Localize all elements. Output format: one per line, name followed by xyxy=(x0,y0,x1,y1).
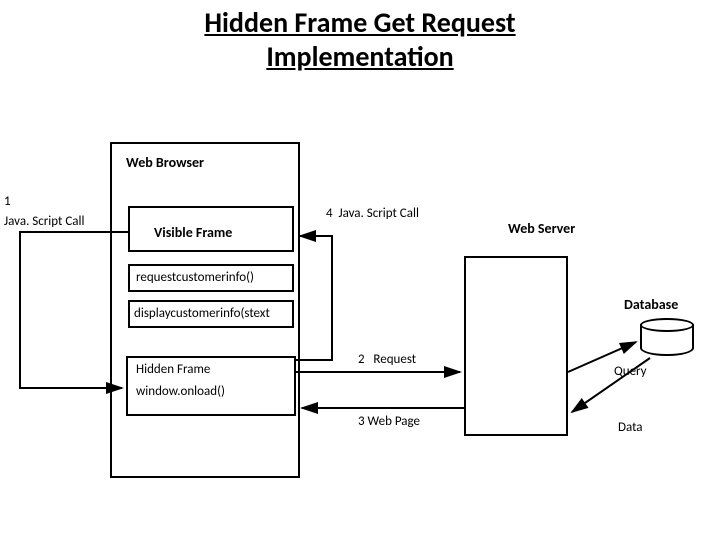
arrow-step4 xyxy=(296,236,332,360)
web-server-label: Web Server xyxy=(508,220,575,237)
step4-label: 4 Java. Script Call xyxy=(326,206,419,221)
data-label: Data xyxy=(618,420,643,435)
window-onload-label: window.onload() xyxy=(136,384,225,399)
func-display-label: displaycustomerinfo(stext xyxy=(134,306,270,321)
web-server-box xyxy=(464,256,568,436)
web-browser-label: Web Browser xyxy=(126,154,204,171)
query-label: Query xyxy=(614,364,647,379)
database-label: Database xyxy=(624,296,678,313)
step1-number: 1 xyxy=(4,194,11,209)
func-request-label: requestcustomerinfo() xyxy=(136,270,254,285)
visible-frame-label: Visible Frame xyxy=(154,224,232,241)
step3-label: 3 Web Page xyxy=(358,414,420,429)
hidden-frame-label: Hidden Frame xyxy=(136,362,210,377)
step2-label: 2 Request xyxy=(358,352,416,367)
page-title: Hidden Frame Get RequestImplementation xyxy=(0,6,720,73)
arrow-overlay xyxy=(0,0,720,540)
database-icon xyxy=(640,318,694,358)
step1-label: Java. Script Call xyxy=(4,214,84,229)
